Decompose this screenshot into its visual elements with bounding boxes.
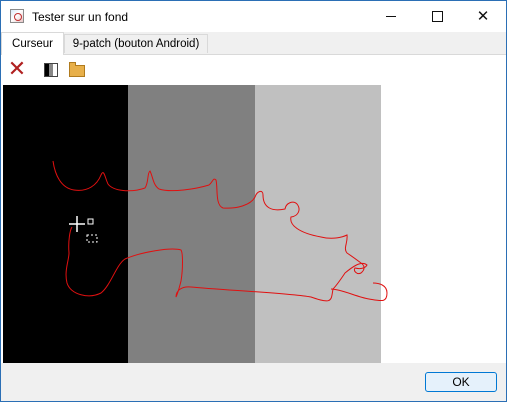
app-preview-icon	[10, 9, 24, 23]
test-canvas[interactable]	[1, 85, 506, 363]
dialog-footer: OK	[1, 363, 506, 401]
tab-strip: Curseur 9-patch (bouton Android)	[1, 32, 506, 55]
maximize-icon	[431, 11, 443, 22]
clear-drawing-button[interactable]: ✕	[7, 57, 27, 82]
minimize-icon	[386, 16, 396, 17]
tab-9-patch[interactable]: 9-patch (bouton Android)	[64, 34, 208, 53]
background-shades-button[interactable]	[41, 60, 61, 80]
open-file-button[interactable]	[67, 60, 87, 80]
title-bar[interactable]: Tester sur un fond ✕	[1, 1, 506, 32]
app-window: Tester sur un fond ✕ Curseur 9-patch (bo…	[0, 0, 507, 402]
crosshair-cursor-icon	[69, 216, 98, 243]
ok-button[interactable]: OK	[425, 372, 497, 392]
minimize-button[interactable]	[368, 1, 414, 32]
open-folder-icon	[69, 62, 85, 77]
close-icon: ✕	[476, 7, 490, 25]
toolbar: ✕	[1, 55, 506, 85]
maximize-button[interactable]	[414, 1, 460, 32]
tab-curseur[interactable]: Curseur	[1, 32, 64, 55]
window-title: Tester sur un fond	[32, 10, 129, 24]
background-shades-icon	[44, 63, 58, 77]
clear-drawing-icon: ✕	[7, 57, 27, 82]
close-button[interactable]: ✕	[460, 1, 506, 32]
